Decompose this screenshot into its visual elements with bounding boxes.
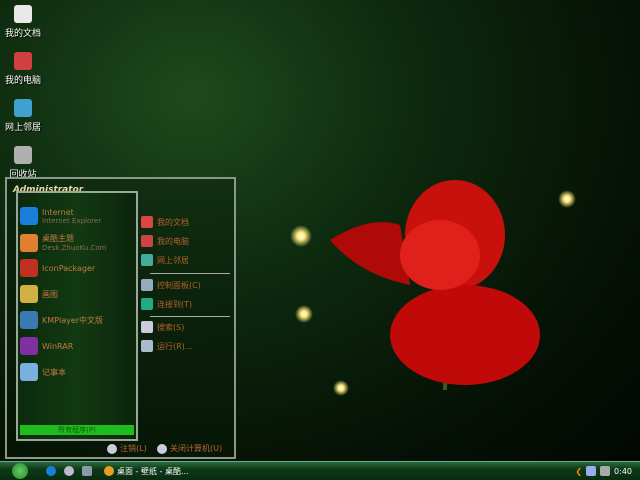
system-tray: ❮ 0:40 [575,466,640,476]
winrar-icon [20,337,38,355]
zhuoku-icon [20,233,38,252]
show-desktop-icon[interactable] [82,466,92,476]
place-item[interactable]: 搜索(S) [141,321,184,333]
program-item[interactable]: Internet Internet Explorer [20,207,101,225]
program-name: 画图 [42,289,58,299]
network-icon [14,99,32,117]
light-sparkle [333,380,349,396]
light-sparkle [290,225,312,247]
computer-icon [14,52,32,70]
browser-icon[interactable] [64,466,74,476]
desktop-icon-1[interactable]: 我的电脑 [0,52,46,86]
search-icon [141,321,153,333]
programs-pane: Internet Internet Explorer 桌酷主题 Desk.ZhuoKu… [16,191,138,441]
clock[interactable]: 0:40 [614,467,632,476]
separator [150,316,230,317]
computer-icon [141,235,153,247]
taskbar: 桌面 - 壁纸 - 桌酷... ❮ 0:40 [0,461,640,480]
network-tray-icon[interactable] [586,466,597,476]
desktop-icon-label: 我的文档 [4,29,41,39]
separator [150,273,230,274]
program-item[interactable]: 桌酷主题 Desk.ZhuoKu.Com [20,233,106,252]
logoff-label: 注销(L) [120,444,147,453]
volume-icon[interactable] [600,466,611,476]
start-menu: Administrator Internet Internet Explorer 桌… [5,177,236,459]
documents-icon [14,5,32,23]
task-label: 桌面 - 壁纸 - 桌酷... [117,466,189,476]
place-label: 我的电脑 [157,236,189,246]
kmplayer-icon [20,311,38,329]
place-item[interactable]: 我的文档 [141,216,189,228]
place-label: 我的文档 [157,217,189,227]
place-label: 运行(R)... [157,341,193,351]
program-name: 记事本 [42,367,66,377]
wallpaper-poppy [330,175,550,391]
notepad-icon [20,363,38,381]
iconpackager-icon [20,259,38,277]
logoff-button[interactable]: 注销(L) [107,443,147,454]
program-subtitle: Desk.ZhuoKu.Com [42,244,107,252]
program-name: WinRAR [42,341,74,351]
taskbar-task[interactable]: 桌面 - 壁纸 - 桌酷... [104,466,189,477]
light-sparkle [295,305,313,323]
place-label: 控制面板(C) [157,280,201,290]
desktop-icon-label: 我的电脑 [4,76,41,86]
program-item[interactable]: 画图 [20,285,58,303]
start-button[interactable] [12,463,28,479]
all-programs-button[interactable]: 所有程序(P) [20,425,134,435]
logoff-icon [107,443,117,454]
control-panel-icon [141,279,153,291]
documents-icon [141,216,153,228]
place-label: 搜索(S) [157,322,185,332]
place-label: 网上邻居 [157,255,189,265]
program-item[interactable]: KMPlayer中文版 [20,311,103,329]
place-label: 连接到(T) [157,299,193,309]
program-name: IconPackager [42,263,96,273]
shutdown-button[interactable]: 关闭计算机(U) [157,443,222,454]
shutdown-icon [157,443,167,454]
ie-icon [20,207,38,225]
place-item[interactable]: 我的电脑 [141,235,189,247]
connect-icon [141,298,153,310]
window-icon [104,466,114,476]
tray-expand-icon[interactable]: ❮ [575,467,582,476]
desktop-icon-3[interactable]: 回收站 [0,146,46,180]
place-item[interactable]: 控制面板(C) [141,279,201,291]
paint-icon [20,285,38,303]
desktop-icon-0[interactable]: 我的文档 [0,5,46,39]
program-item[interactable]: 记事本 [20,363,66,381]
program-name: 桌酷主题 [42,234,74,243]
network-icon [141,254,153,266]
shutdown-label: 关闭计算机(U) [170,444,223,453]
program-name: KMPlayer中文版 [42,315,104,325]
program-item[interactable]: WinRAR [20,337,73,355]
recycle-bin-icon [14,146,32,164]
light-sparkle [558,190,576,208]
program-name: Internet [42,207,74,217]
desktop-icon-2[interactable]: 网上邻居 [0,99,46,133]
desktop-icon-label: 网上邻居 [4,123,41,133]
run-icon [141,340,153,352]
program-item[interactable]: IconPackager [20,259,95,277]
place-item[interactable]: 运行(R)... [141,340,192,352]
place-item[interactable]: 连接到(T) [141,298,192,310]
place-item[interactable]: 网上邻居 [141,254,189,266]
program-subtitle: Internet Explorer [42,216,102,225]
ie-icon[interactable] [46,466,56,476]
